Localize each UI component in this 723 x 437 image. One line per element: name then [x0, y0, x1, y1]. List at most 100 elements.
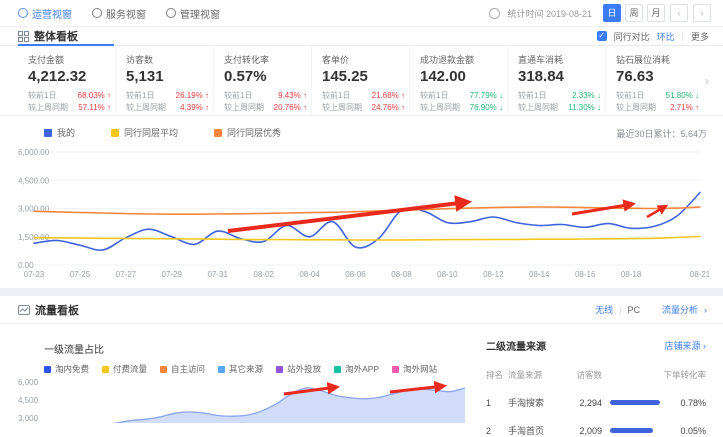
change-label: 较前1日: [126, 90, 154, 102]
x-axis-tick-label: 08-02: [253, 270, 274, 279]
divider: |: [619, 305, 621, 315]
change-value: 2.33% ↓: [572, 90, 601, 102]
traffic-source-more-link[interactable]: 店铺来源 ›: [664, 339, 706, 352]
peer-compare-checkbox[interactable]: ✓: [597, 31, 607, 41]
metric-card-title: 访客数: [126, 53, 209, 66]
metric-card-change-row: 较前1日2.33% ↓: [518, 90, 601, 102]
topnav-tab-label: 运营视窗: [32, 6, 72, 21]
trend-legend-item[interactable]: 同行同层平均: [111, 126, 178, 139]
metric-card[interactable]: 支付金额4,212.32较前1日68.03% ↑较上周同期57.11% ↑: [18, 46, 115, 115]
change-value: 11.30% ↓: [568, 102, 601, 114]
metric-card-title: 直通车消耗: [518, 53, 601, 66]
line-chart-icon: [18, 304, 30, 316]
change-value: 9.43% ↑: [278, 90, 307, 102]
metric-card-change-row: 较上周同期57.11% ↑: [28, 102, 111, 114]
topnav-tab[interactable]: 管理视窗: [166, 6, 220, 21]
traffic-area-fill: [45, 388, 465, 423]
traffic-board-title-label: 流量看板: [35, 302, 79, 318]
tab-circle-icon: [92, 8, 102, 18]
change-value: 24.76% ↑: [372, 102, 405, 114]
board-header-actions: ✓ 同行对比 环比 | 更多: [597, 30, 709, 43]
cards-scroll-chevron-icon[interactable]: ›: [703, 74, 711, 88]
top-nav-bar: 运营视窗 服务视窗 管理视窗 统计时间 2019-08-21 日周月 ‹ ›: [0, 0, 723, 27]
trend-legend-item[interactable]: 我的: [44, 126, 75, 139]
change-value: 2.71% ↑: [670, 102, 699, 114]
chevron-right-icon[interactable]: ›: [704, 305, 707, 315]
change-label: 较前1日: [322, 90, 350, 102]
metric-card-change-row: 较前1日9.43% ↑: [224, 90, 307, 102]
x-axis-tick-label: 08-04: [299, 270, 320, 279]
change-label: 较前1日: [616, 90, 644, 102]
pc-link[interactable]: PC: [627, 305, 640, 315]
board-title-label: 整体看板: [34, 28, 78, 44]
period-button[interactable]: 周: [625, 4, 643, 22]
next-date-button[interactable]: ›: [693, 4, 711, 22]
change-label: 较上周同期: [322, 102, 362, 114]
change-label: 较上周同期: [616, 102, 656, 114]
legend-swatch: [111, 129, 119, 137]
x-axis-tick-label: 08-10: [437, 270, 458, 279]
table-header-cell: 下单转化率: [660, 369, 706, 381]
trend-legend-item[interactable]: 同行同层优秀: [214, 126, 281, 139]
x-axis-tick-label: 08-12: [483, 270, 504, 279]
metric-cards-row: 支付金额4,212.32较前1日68.03% ↑较上周同期57.11% ↑ 访客数…: [0, 46, 723, 116]
metric-card-change-row: 较前1日 21.68% ↑: [322, 90, 405, 102]
metric-card-value: 5,131: [126, 68, 209, 85]
tab-circle-icon: [166, 8, 176, 18]
x-axis-tick-label: 07-25: [70, 270, 91, 279]
y-axis-tick-label: 6,000.00: [18, 148, 50, 157]
metric-card-title: 支付金额: [28, 53, 111, 66]
prev-date-button[interactable]: ‹: [670, 4, 688, 22]
metric-card[interactable]: 成功退款金额142.00较前1日77.79% ↓较上周同期76.90% ↓: [409, 46, 507, 115]
stat-time-controls: 统计时间 2019-08-21 日周月 ‹ ›: [489, 4, 711, 22]
source-name-cell[interactable]: 手淘首页: [508, 424, 560, 437]
traffic-source-panel: 二级流量来源 店铺来源 › 排名流量来源访客数下单转化率 1手淘搜索2,2940…: [486, 338, 706, 437]
change-value: 4.39% ↑: [180, 102, 209, 114]
bar-cell: [602, 400, 660, 405]
x-axis-tick-label: 08-14: [529, 270, 550, 279]
wireless-link[interactable]: 无线: [595, 303, 613, 316]
y-axis-tick-label: 3,000: [18, 414, 39, 423]
visitors-cell: 2,009: [560, 426, 602, 436]
tab-circle-icon: [18, 8, 28, 18]
metric-card[interactable]: 钻石展位消耗76.63较前1日51.80% ↓较上周同期2.71% ↑: [605, 46, 703, 115]
dashboard-icon: [18, 31, 29, 42]
metric-card-title: 客单价: [322, 53, 405, 66]
table-header-cell: 排名: [486, 369, 508, 381]
metric-card[interactable]: 访客数5,131较前1日26.19% ↑较上周同期4.39% ↑: [115, 46, 213, 115]
metric-card-title: 钻石展位消耗: [616, 53, 699, 66]
visitors-cell: 2,294: [560, 398, 602, 408]
metric-card[interactable]: 直通车消耗318.84较前1日2.33% ↓较上周同期11.30% ↓: [507, 46, 605, 115]
period-button[interactable]: 月: [647, 4, 665, 22]
x-axis-tick-label: 08-18: [621, 270, 642, 279]
change-value: 51.80% ↓: [666, 90, 699, 102]
metric-card[interactable]: 支付转化率0.57%较前1日9.43% ↑较上周同期20.76% ↑: [213, 46, 311, 115]
trend-series-line: [34, 193, 700, 251]
more-link[interactable]: 更多: [691, 30, 709, 43]
rank-cell: 1: [486, 398, 508, 408]
table-row[interactable]: 2手淘首页2,0090.05%: [486, 424, 706, 437]
topnav-tab[interactable]: 服务视窗: [92, 6, 146, 21]
metric-card-change-row: 较上周同期 24.76% ↑: [322, 102, 405, 114]
metric-card[interactable]: 客单价145.25较前1日21.68% ↑较上周同期24.76% ↑: [311, 46, 409, 115]
change-label: 较上周同期: [224, 102, 264, 114]
board-title: 整体看板: [18, 28, 78, 44]
change-value: 21.68% ↑: [372, 90, 405, 102]
metric-card-value: 0.57%: [224, 68, 307, 85]
change-value: 68.03% ↑: [78, 90, 111, 102]
traffic-analysis-link[interactable]: 流量分析: [662, 303, 698, 316]
metric-card-change-row: 较上周同期76.90% ↓: [420, 102, 503, 114]
topnav-tab-label: 管理视窗: [180, 6, 220, 21]
trend-legend-label: 同行同层平均: [124, 126, 178, 139]
ratio-link[interactable]: 环比: [657, 30, 675, 43]
peer-compare-label: 同行对比: [614, 30, 650, 43]
topnav-tab[interactable]: 运营视窗: [18, 6, 72, 21]
topnav-tab-label: 服务视窗: [106, 6, 146, 21]
rate-cell: 0.05%: [660, 426, 706, 436]
metric-card-title: 成功退款金额: [420, 53, 503, 66]
table-row[interactable]: 1手淘搜索2,2940.78%: [486, 396, 706, 409]
traffic-area-chart: 6,0004,5003,000: [14, 372, 494, 423]
trend-legend: 我的 同行同层平均 同行同层优秀: [44, 126, 281, 139]
period-button[interactable]: 日: [603, 4, 621, 22]
source-name-cell[interactable]: 手淘搜索: [508, 396, 560, 409]
